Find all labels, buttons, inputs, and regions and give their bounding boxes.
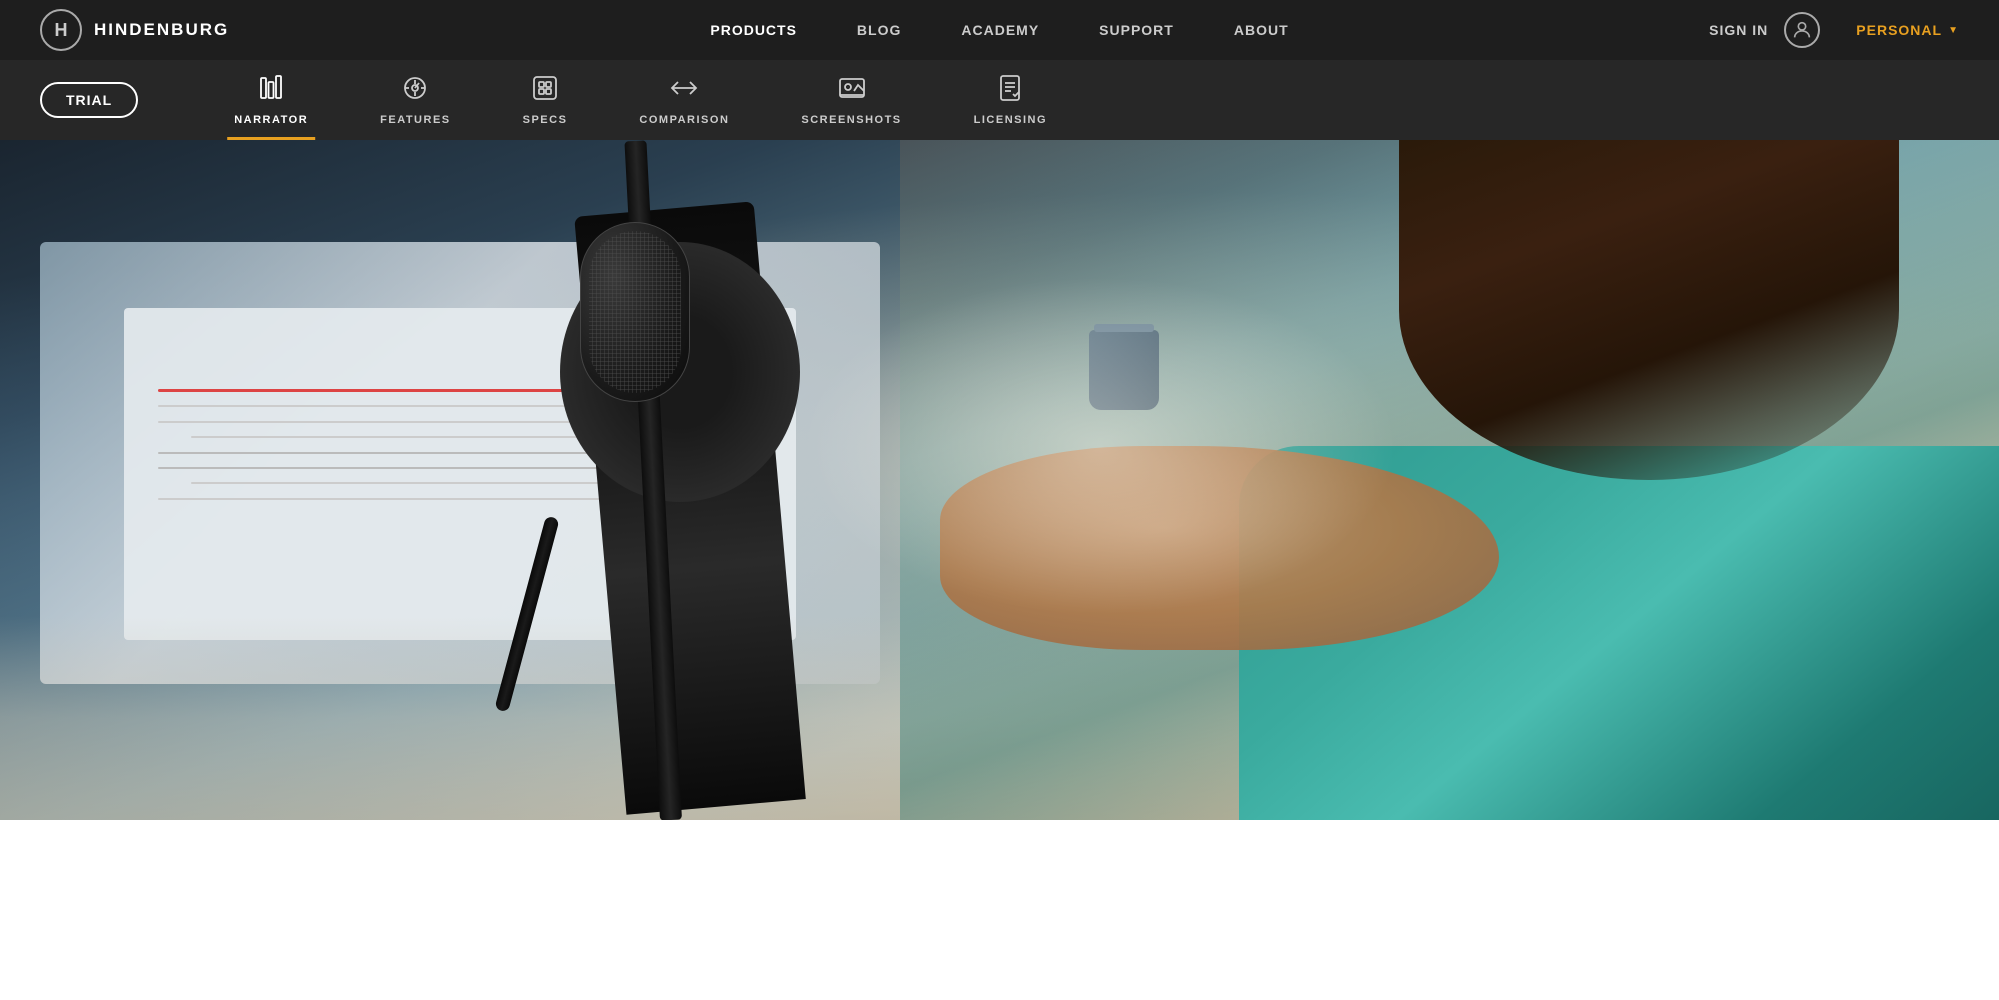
tab-specs[interactable]: SPECS [487,60,604,140]
tab-narrator[interactable]: NARRATOR [198,60,344,140]
nav-academy[interactable]: ACADEMY [961,22,1039,38]
personal-label: PERSONAL [1856,22,1942,38]
caret-icon: ▼ [1948,25,1959,36]
specs-label: SPECS [523,114,568,126]
comparison-icon [670,74,698,106]
sub-bar: TRIAL NARRATOR [0,60,1999,140]
nav-products[interactable]: PRODUCTS [710,22,797,38]
nav-support[interactable]: SUPPORT [1099,22,1174,38]
screenshots-label: SCREENSHOTS [801,114,901,126]
personal-dropdown[interactable]: PERSONAL ▼ [1856,22,1959,38]
nav-about[interactable]: ABOUT [1234,22,1289,38]
licensing-icon [996,74,1024,106]
nav-blog[interactable]: BLOG [857,22,901,38]
footer-area [0,820,1999,1000]
tab-screenshots[interactable]: SCREENSHOTS [765,60,937,140]
licensing-label: LICENSING [974,114,1047,126]
sign-in-area: SIGN IN PERSONAL ▼ [1709,12,1959,48]
hero-image [0,140,1999,820]
sign-in-text[interactable]: SIGN IN [1709,22,1768,38]
user-icon[interactable] [1784,12,1820,48]
tab-licensing[interactable]: LICENSING [938,60,1083,140]
person-head [1399,140,1899,480]
logo-icon: H [40,9,82,51]
features-label: FEATURES [380,114,450,126]
main-nav: PRODUCTS BLOG ACADEMY SUPPORT ABOUT [710,22,1288,38]
logo-area[interactable]: H HINDENBURG [40,9,229,51]
top-bar: H HINDENBURG PRODUCTS BLOG ACADEMY SUPPO… [0,0,1999,60]
coffee-cup [1089,330,1159,410]
tab-comparison[interactable]: COMPARISON [603,60,765,140]
features-icon [401,74,429,106]
comparison-label: COMPARISON [639,114,729,126]
screenshots-icon [838,74,866,106]
specs-icon [531,74,559,106]
tab-features[interactable]: FEATURES [344,60,486,140]
brand-name: HINDENBURG [94,20,229,40]
product-tabs: NARRATOR FEATURES [198,60,1083,140]
microphone-body [580,222,690,402]
narrator-icon [257,74,285,106]
narrator-label: NARRATOR [234,114,308,126]
hero-scene [0,140,1999,820]
trial-button[interactable]: TRIAL [40,82,138,118]
